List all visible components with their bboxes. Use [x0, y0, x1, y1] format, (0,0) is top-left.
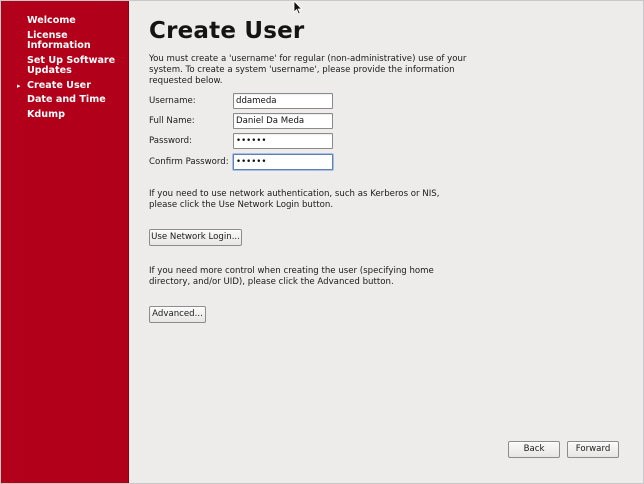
advanced-button[interactable]: Advanced... [149, 306, 206, 323]
sidebar-item-label: Welcome [27, 15, 76, 26]
steps-sidebar: Welcome License Information Set Up Softw… [1, 1, 129, 483]
firstboot-window: Welcome License Information Set Up Softw… [0, 0, 644, 484]
forward-button[interactable]: Forward [567, 441, 619, 458]
sidebar-item-kdump: Kdump [1, 109, 128, 124]
username-row: Username: ddameda [149, 93, 349, 111]
password-row: Password: •••••• [149, 133, 349, 151]
mouse-pointer-icon [293, 1, 303, 15]
sidebar-item-license-information: License Information [1, 30, 128, 55]
advanced-text: If you need more control when creating t… [149, 266, 434, 287]
sidebar-item-label: Set Up Software Updates [27, 54, 116, 76]
full-name-field[interactable]: Daniel Da Meda [233, 113, 333, 129]
sidebar-item-label: Create User [27, 79, 91, 91]
password-field[interactable]: •••••• [233, 133, 333, 149]
sidebar-item-welcome: Welcome [1, 15, 128, 30]
sidebar-item-software-updates: Set Up Software Updates [1, 55, 128, 80]
sidebar-item-label: Kdump [27, 108, 65, 120]
username-field[interactable]: ddameda [233, 93, 333, 109]
use-network-login-button[interactable]: Use Network Login... [149, 229, 242, 246]
full-name-label: Full Name: [149, 116, 195, 126]
page-title: Create User [149, 18, 305, 44]
confirm-password-label: Confirm Password: [149, 157, 229, 167]
intro-text: You must create a 'username' for regular… [149, 54, 467, 86]
back-button[interactable]: Back [508, 441, 560, 458]
triangle-right-icon: ▸ [17, 81, 21, 90]
password-label: Password: [149, 136, 193, 146]
sidebar-item-date-and-time: Date and Time [1, 94, 128, 109]
network-login-text: If you need to use network authenticatio… [149, 189, 440, 210]
sidebar-item-create-user: ▸ Create User [1, 80, 128, 95]
full-name-row: Full Name: Daniel Da Meda [149, 113, 349, 131]
confirm-password-field[interactable]: •••••• [233, 154, 333, 170]
username-label: Username: [149, 96, 196, 106]
steps-list: Welcome License Information Set Up Softw… [1, 1, 128, 123]
confirm-password-row: Confirm Password: •••••• [149, 154, 349, 172]
sidebar-item-label: Date and Time [27, 94, 106, 105]
sidebar-item-label: License Information [27, 29, 91, 51]
